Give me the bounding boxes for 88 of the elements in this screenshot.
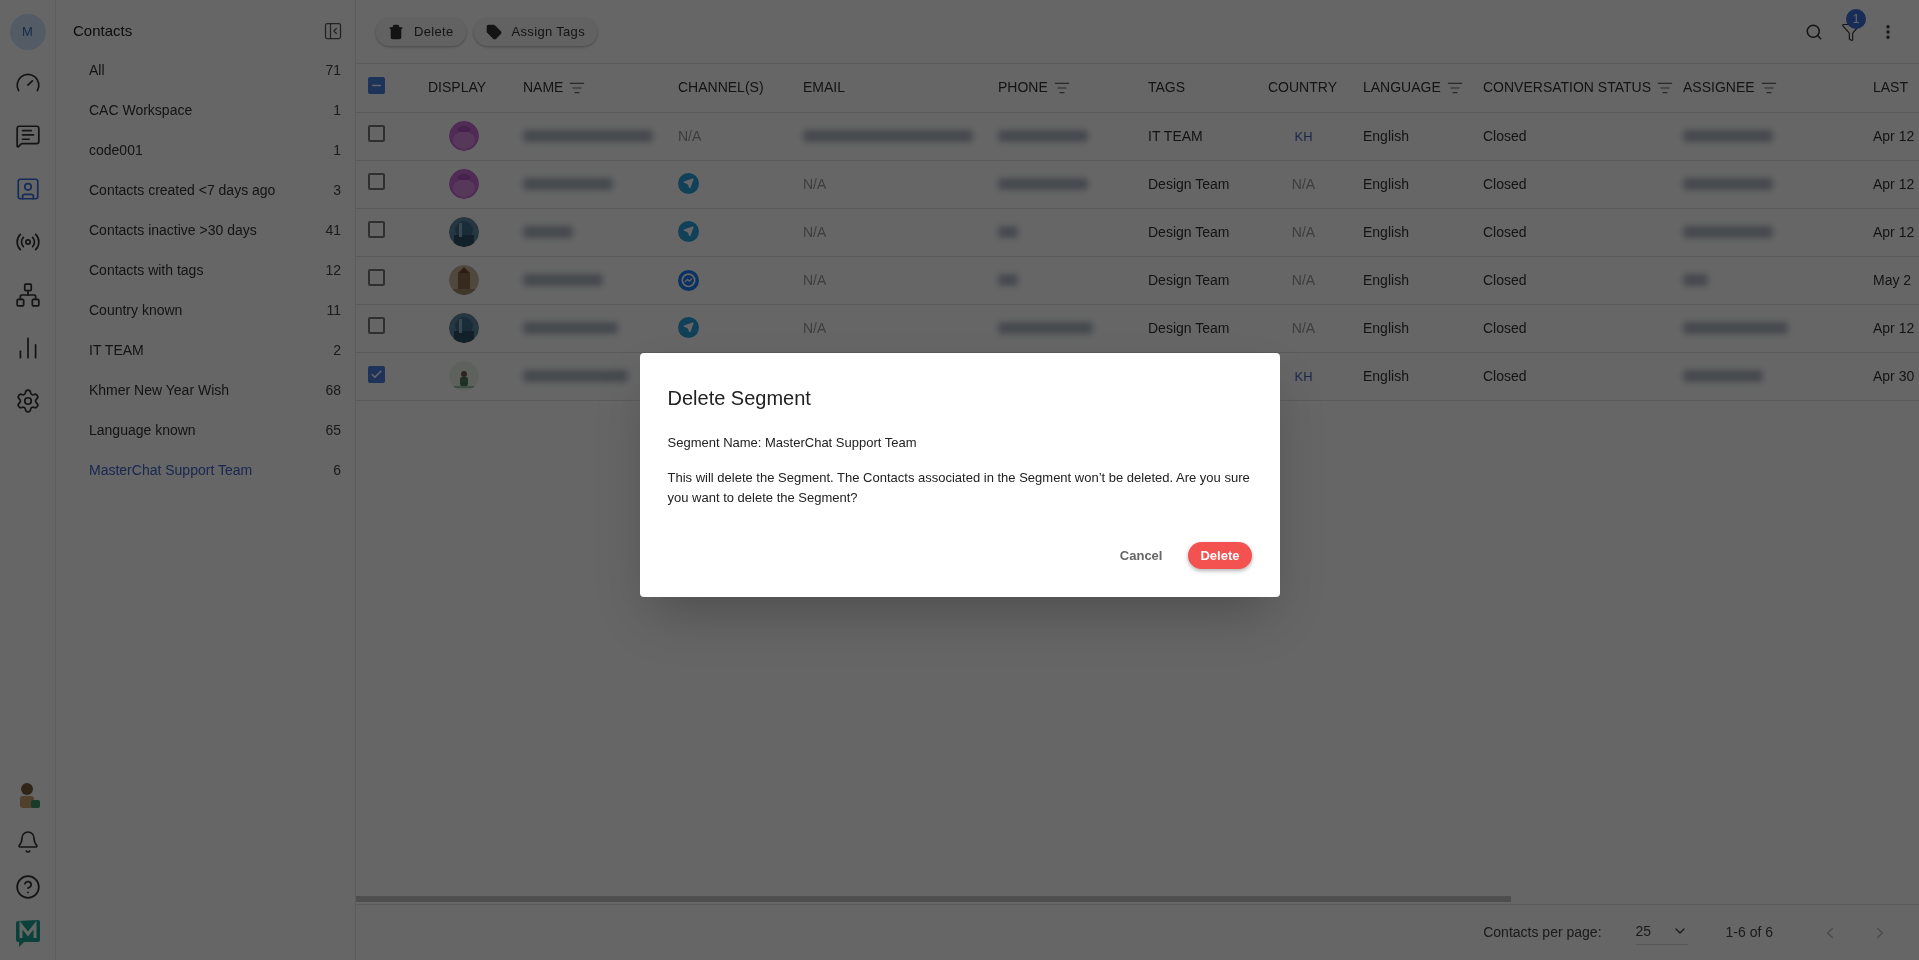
filter-count-badge: 1 [1846, 8, 1866, 29]
checkbox[interactable] [368, 316, 385, 334]
table-cell: English [1363, 271, 1409, 288]
telegram-icon [678, 317, 699, 338]
table-cell: English [1363, 175, 1409, 192]
blurred-text [523, 226, 573, 238]
checkbox[interactable] [368, 77, 385, 95]
column-header[interactable]: CONVERSATION STATUS [1483, 77, 1651, 99]
hierarchy-icon[interactable] [14, 282, 41, 308]
chat-icon[interactable] [14, 123, 41, 149]
checkbox[interactable] [368, 172, 385, 190]
column-header[interactable]: NAME [523, 77, 564, 99]
table-cell: Apr 12 [1873, 175, 1915, 192]
rows-per-page-label: Contacts per page: [1483, 923, 1602, 942]
panel-title: Contacts [73, 20, 133, 41]
cancel-button[interactable]: Cancel [1113, 542, 1169, 570]
table-cell: KH [1294, 368, 1313, 384]
checkbox[interactable] [368, 365, 385, 383]
segment-item[interactable]: Contacts with tags 12 [56, 250, 355, 290]
table-cell: Closed [1483, 367, 1527, 384]
column-header[interactable]: ASSIGNEE [1683, 77, 1755, 99]
segment-item[interactable]: Contacts created <7 days ago 3 [56, 170, 355, 210]
segment-item[interactable]: code001 1 [56, 130, 355, 170]
table-cell: Design Team [1148, 271, 1230, 288]
table-cell: Design Team [1148, 175, 1230, 192]
segment-item[interactable]: MasterChat Support Team 6 [56, 450, 355, 490]
trash-icon [388, 23, 404, 40]
table-cell: Closed [1483, 271, 1527, 288]
account-avatar[interactable]: M [9, 14, 46, 50]
table-cell: May 2 [1873, 271, 1912, 288]
column-header[interactable]: LAST [1873, 77, 1908, 99]
segment-item[interactable]: CAC Workspace 1 [56, 90, 355, 130]
checkbox[interactable] [368, 220, 385, 238]
column-header[interactable]: PHONE [998, 77, 1048, 99]
segment-item[interactable]: Country known 11 [56, 290, 355, 330]
telegram-icon [678, 221, 699, 242]
table-cell: English [1363, 223, 1409, 240]
table-cell: Closed [1483, 175, 1527, 192]
search-icon[interactable] [1805, 22, 1823, 41]
delete-button[interactable]: Delete [1188, 542, 1252, 570]
table-cell: Design Team [1148, 319, 1230, 336]
table-cell: English [1363, 127, 1409, 144]
table-cell: English [1363, 319, 1409, 336]
checkbox[interactable] [368, 268, 385, 286]
rows-per-page-select[interactable]: 25 [1635, 920, 1688, 945]
segment-item[interactable]: Khmer New Year Wish 68 [56, 370, 355, 410]
segment-name-text: Segment Name: MasterChat Support Team [667, 433, 918, 452]
column-header[interactable]: CHANNEL(S) [678, 77, 764, 99]
dialog-title: Delete Segment [667, 385, 812, 411]
segment-item[interactable]: IT TEAM 2 [56, 330, 355, 370]
table-cell: Design Team [1148, 223, 1230, 240]
table-cell: Apr 12 [1873, 319, 1915, 336]
contact-icon[interactable] [14, 176, 41, 202]
telegram-icon [678, 173, 699, 194]
column-header[interactable]: EMAIL [803, 77, 845, 99]
table-cell: Closed [1483, 223, 1527, 240]
page-range: 1-6 of 6 [1725, 923, 1773, 942]
column-header[interactable]: TAGS [1148, 77, 1186, 99]
segment-item[interactable]: All 71 [56, 50, 355, 90]
segment-item[interactable]: Contacts inactive >30 days 41 [56, 210, 355, 250]
bell-icon[interactable] [15, 830, 40, 854]
assign-tags-button[interactable]: Assign Tags [473, 17, 597, 46]
help-icon[interactable] [14, 874, 41, 900]
horizontal-scrollbar[interactable] [356, 896, 1511, 902]
table-cell: Apr 12 [1873, 223, 1915, 240]
dialog-message: This will delete the Segment. The Contacts associated in the Segment won’t be deleted. Are you sure you want to delete the Segment? [667, 469, 1251, 508]
tag-icon [485, 23, 502, 40]
table-cell: Closed [1483, 127, 1527, 144]
table-cell: Apr 30 [1873, 367, 1915, 384]
blurred-text [998, 274, 1018, 286]
table-cell: Closed [1483, 319, 1527, 336]
column-header[interactable]: DISPLAY [428, 77, 487, 99]
collapse-panel-icon[interactable] [323, 21, 343, 41]
column-header[interactable]: LANGUAGE [1363, 77, 1441, 99]
messenger-icon [678, 269, 699, 291]
blurred-text [1683, 274, 1708, 286]
column-header[interactable]: COUNTRY [1268, 77, 1337, 99]
settings-icon[interactable] [14, 388, 41, 414]
table-cell: Apr 12 [1873, 127, 1915, 144]
check-icon [370, 367, 383, 381]
logo-icon [14, 920, 41, 948]
table-cell: English [1363, 367, 1409, 384]
checkbox[interactable] [368, 124, 385, 142]
table-cell: IT TEAM [1148, 127, 1203, 144]
table-cell: KH [1294, 128, 1313, 144]
segment-item[interactable]: Language known 65 [56, 410, 355, 450]
blurred-text [998, 226, 1018, 238]
delete-button[interactable]: Delete [376, 17, 466, 46]
